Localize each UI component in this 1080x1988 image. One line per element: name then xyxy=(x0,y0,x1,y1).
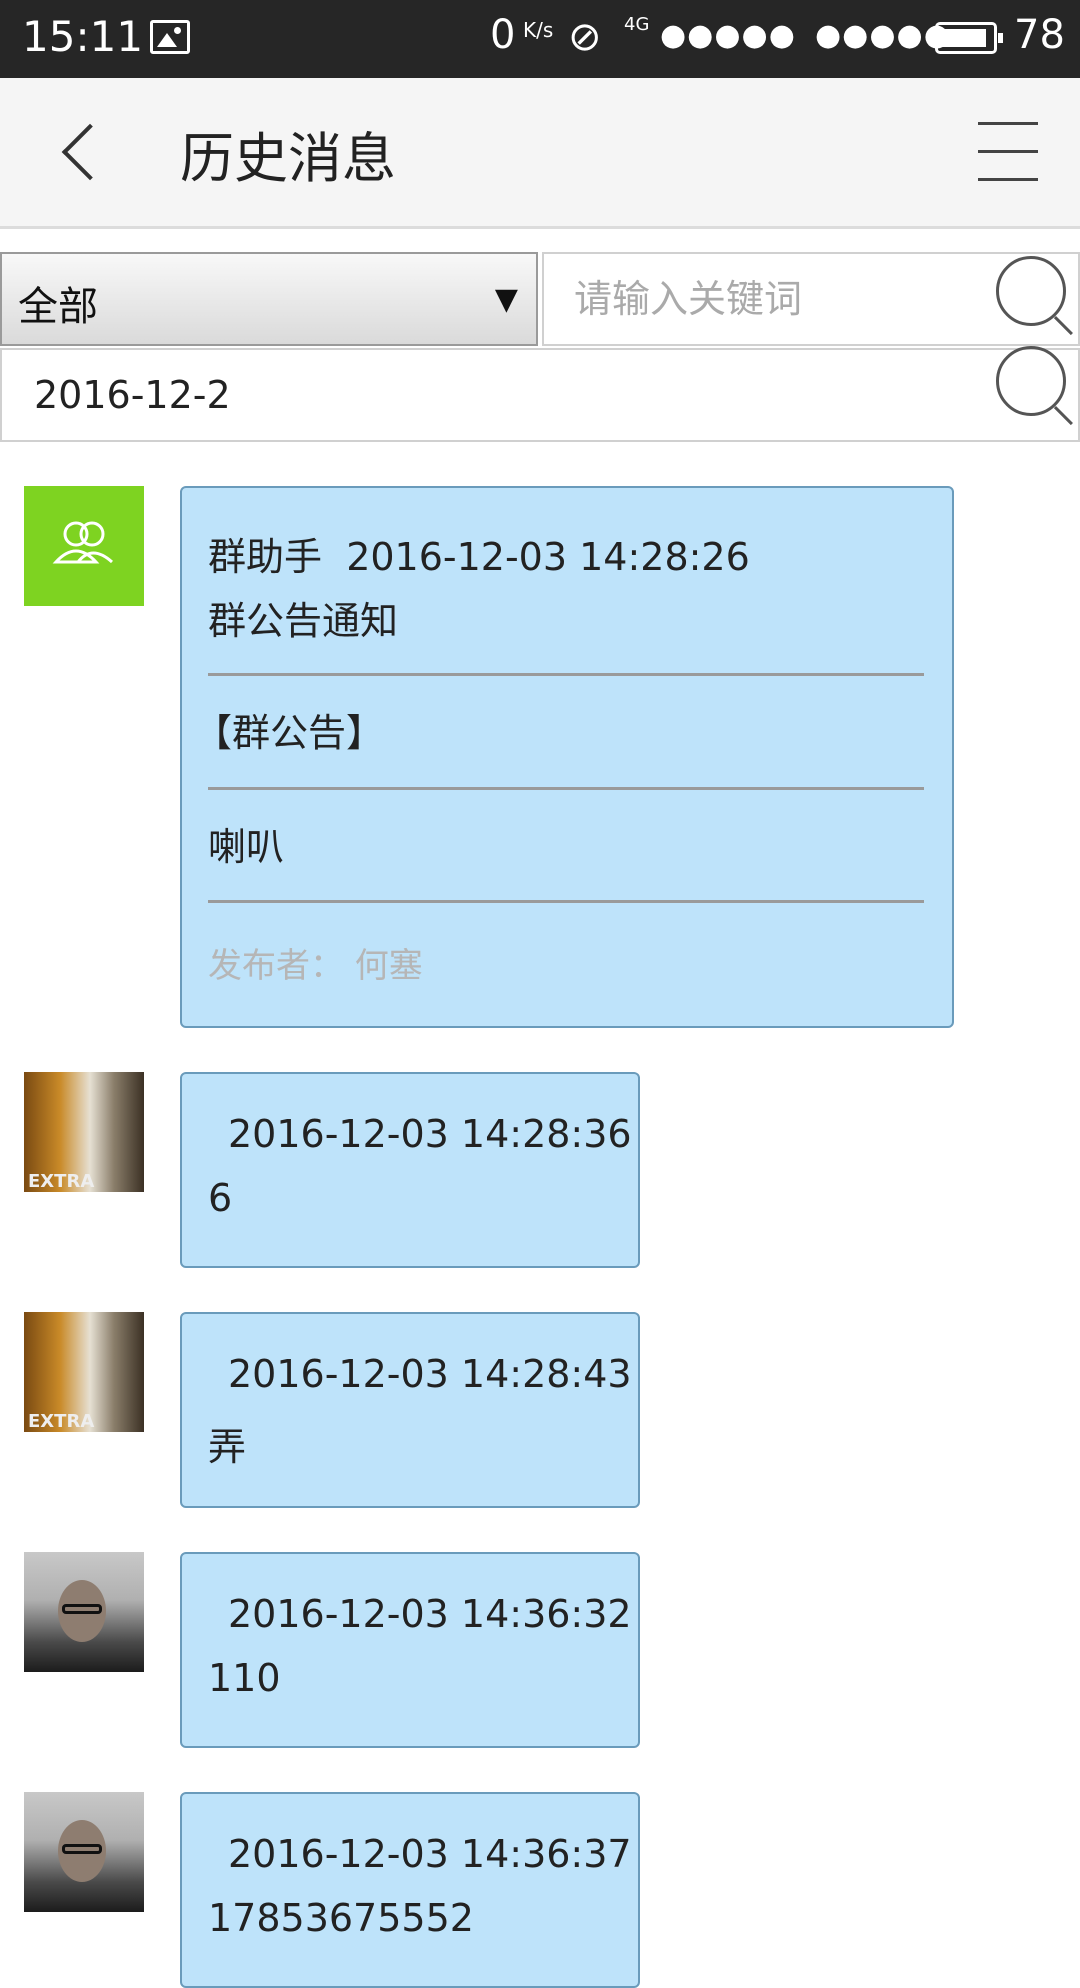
message-content: 110 xyxy=(208,1656,281,1700)
mute-icon: ⊘ xyxy=(568,14,602,60)
hamburger-menu-icon[interactable] xyxy=(978,122,1038,182)
category-select[interactable]: 全部 ▼ xyxy=(0,252,538,346)
network-type: 4G xyxy=(624,14,650,35)
message-bubble[interactable]: 2016-12-03 14:28:36 6 xyxy=(180,1072,640,1268)
category-select-value: 全部 xyxy=(18,284,98,330)
date-input[interactable] xyxy=(0,348,1080,442)
page-title: 历史消息 xyxy=(180,127,396,190)
message-time: 2016-12-03 14:28:43 xyxy=(228,1352,632,1396)
dropdown-arrow-icon: ▼ xyxy=(494,282,518,317)
battery-percent: 78 xyxy=(1014,12,1065,58)
divider xyxy=(208,673,924,676)
date-search-icon[interactable] xyxy=(996,346,1076,426)
user-avatar[interactable] xyxy=(24,1072,144,1192)
message-header: 群助手 2016-12-03 14:28:26 xyxy=(208,526,750,581)
app-header: 历史消息 xyxy=(0,78,1080,229)
publisher-label: 发布者： 何塞 xyxy=(208,946,423,986)
group-icon xyxy=(52,521,114,564)
message-content: 17853675552 xyxy=(208,1896,474,1940)
divider xyxy=(208,900,924,903)
divider xyxy=(208,787,924,790)
signal-1: ●●●●● xyxy=(660,18,796,53)
signal-2: ●●●●● xyxy=(815,18,951,53)
user-avatar[interactable] xyxy=(24,1792,144,1912)
announcement-heading: 【群公告】 xyxy=(194,711,385,755)
sender-name: 群助手 xyxy=(208,535,323,579)
user-avatar[interactable] xyxy=(24,1552,144,1672)
net-speed: 0 xyxy=(490,12,516,58)
message-content: 弄 xyxy=(208,1425,247,1469)
message-time: 2016-12-03 14:28:26 xyxy=(346,535,750,579)
message-bubble[interactable]: 2016-12-03 14:36:37 17853675552 xyxy=(180,1792,640,1988)
announcement-bubble[interactable]: 群助手 2016-12-03 14:28:26 群公告通知 【群公告】 喇叭 发… xyxy=(180,486,954,1028)
group-avatar[interactable] xyxy=(24,486,144,606)
status-bar: 15:11 0 K/s ⊘ 4G ●●●●● ●●●●● 78 xyxy=(0,0,1080,78)
net-speed-unit: K/s xyxy=(523,18,554,42)
message-content: 6 xyxy=(208,1176,233,1220)
status-time: 15:11 xyxy=(22,12,144,61)
message-subtitle: 群公告通知 xyxy=(208,599,399,643)
message-time: 2016-12-03 14:36:37 xyxy=(228,1832,632,1876)
search-icon[interactable] xyxy=(996,256,1076,336)
message-time: 2016-12-03 14:28:36 xyxy=(228,1112,632,1156)
message-bubble[interactable]: 2016-12-03 14:36:32 110 xyxy=(180,1552,640,1748)
message-bubble[interactable]: 2016-12-03 14:28:43 弄 xyxy=(180,1312,640,1508)
message-time: 2016-12-03 14:36:32 xyxy=(228,1592,632,1636)
user-avatar[interactable] xyxy=(24,1312,144,1432)
message-content: 喇叭 xyxy=(208,825,285,869)
chevron-left-icon[interactable] xyxy=(52,120,112,184)
image-icon xyxy=(150,20,190,54)
battery-icon xyxy=(935,22,1003,54)
